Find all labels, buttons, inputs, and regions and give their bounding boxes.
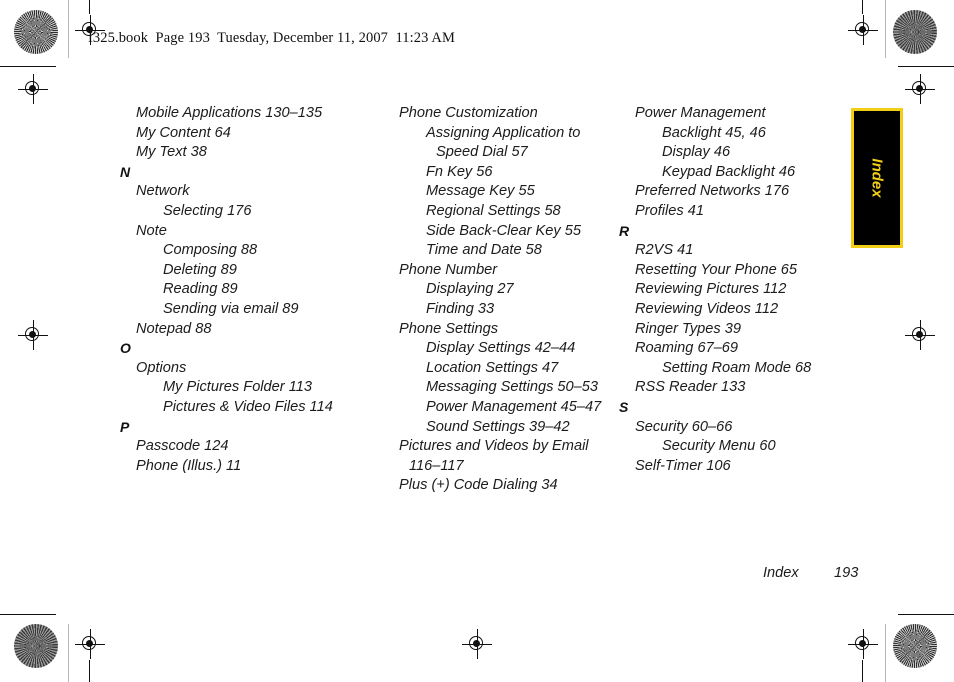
index-entry-level-1: Notepad 88 bbox=[136, 320, 212, 337]
registration-mark-right-lower bbox=[905, 320, 935, 350]
index-entry-level-2: Composing 88 bbox=[163, 242, 258, 259]
index-entry-level-2: Sound Settings 39–42 bbox=[426, 418, 570, 435]
index-entry-level-1: Mobile Applications 130–135 bbox=[136, 105, 323, 121]
index-entry-level-1: Reviewing Videos 112 bbox=[635, 300, 779, 317]
index-entry-level-2: Deleting 89 bbox=[163, 261, 237, 278]
crop-line-vertical-bottom-right-mark bbox=[862, 660, 864, 682]
index-entry-level-2: Regional Settings 58 bbox=[426, 202, 561, 219]
index-entry-level-2: Location Settings 47 bbox=[426, 359, 559, 376]
index-entry-level-1: RSS Reader 133 bbox=[635, 379, 746, 396]
index-letter-heading: S bbox=[619, 398, 629, 415]
index-entry-level-1: Plus (+) Code Dialing 34 bbox=[399, 477, 558, 494]
index-side-tab: Index bbox=[851, 108, 903, 248]
footer-section-label: Index bbox=[763, 565, 799, 581]
index-entry-level-2: Fn Key 56 bbox=[426, 163, 493, 180]
index-entry-level-1: Power Management bbox=[635, 105, 766, 121]
index-entry-level-2: Display 46 bbox=[662, 144, 731, 161]
index-column-3: Power Management Backlight 45, 46 Display … bbox=[619, 104, 849, 476]
crop-line-vertical-left bbox=[68, 0, 69, 58]
index-entry-level-1: Note bbox=[136, 222, 167, 239]
index-entry-level-2: Display Settings 42–44 bbox=[426, 340, 576, 357]
index-entry-level-1: Security 60–66 bbox=[635, 418, 733, 435]
crop-line-vertical-right bbox=[885, 0, 886, 58]
index-entry-level-2: Assigning Application to bbox=[426, 124, 581, 141]
index-entry-level-1: Reviewing Pictures 112 bbox=[635, 281, 787, 298]
crop-line-horizontal-bottom-left bbox=[0, 614, 56, 616]
index-entry-level-2: Security Menu 60 bbox=[662, 438, 776, 455]
crop-line-vertical-right-bottom bbox=[885, 624, 886, 682]
footer-page-number: 193 bbox=[834, 565, 859, 581]
index-entry-level-1: Phone (Illus.) 11 bbox=[136, 457, 242, 474]
index-entry-level-2: Finding 33 bbox=[426, 300, 495, 317]
crop-line-vertical-top-right-mark bbox=[862, 0, 864, 14]
index-entry-continuation: 116–117 bbox=[409, 457, 464, 474]
index-letter-heading: P bbox=[120, 418, 130, 435]
index-entry-level-2: Setting Roam Mode 68 bbox=[662, 359, 812, 376]
crop-line-horizontal-top-right bbox=[898, 66, 954, 68]
crop-line-horizontal-top-left bbox=[0, 66, 56, 68]
index-entry-level-1: Ringer Types 39 bbox=[635, 320, 741, 337]
color-rosette-top-right bbox=[893, 10, 937, 54]
index-entry-level-1: Phone Customization bbox=[399, 105, 538, 121]
index-entry-level-2: Pictures & Video Files 114 bbox=[163, 398, 333, 415]
index-entry-level-1: Resetting Your Phone 65 bbox=[635, 261, 798, 278]
registration-mark-left-lower bbox=[18, 320, 48, 350]
index-entry-level-2: Messaging Settings 50–53 bbox=[426, 379, 598, 396]
index-entry-level-1: R2VS 41 bbox=[635, 242, 694, 259]
index-entry-level-1: My Content 64 bbox=[136, 124, 231, 141]
registration-mark-right-upper bbox=[905, 74, 935, 104]
index-side-tab-label: Index bbox=[868, 158, 886, 198]
crop-line-vertical-left-bottom bbox=[68, 624, 69, 682]
crop-line-vertical-bottom-left-mark bbox=[89, 660, 91, 682]
crop-line-horizontal-bottom-right bbox=[898, 614, 954, 616]
index-entry-level-1: Preferred Networks 176 bbox=[635, 183, 790, 200]
registration-mark-bottom-left bbox=[75, 629, 105, 659]
index-entry-level-2: Reading 89 bbox=[163, 281, 238, 298]
index-entry-level-1: Network bbox=[136, 183, 190, 200]
index-entry-level-1: Profiles 41 bbox=[635, 202, 704, 219]
color-rosette-bottom-right bbox=[893, 624, 937, 668]
index-entry-level-1: My Text 38 bbox=[136, 144, 207, 161]
index-column-1: Mobile Applications 130–135 My Content 64… bbox=[120, 104, 370, 476]
index-column-2: Phone Customization Assigning Application… bbox=[383, 104, 628, 496]
crop-line-vertical-top-left-mark bbox=[89, 0, 91, 14]
index-entry-level-1: Phone Settings bbox=[399, 320, 498, 337]
index-entry-level-2: Message Key 55 bbox=[426, 183, 535, 200]
registration-mark-bottom-right bbox=[848, 629, 878, 659]
index-entry-level-2: Displaying 27 bbox=[426, 281, 514, 298]
index-letter-heading: R bbox=[619, 222, 630, 239]
index-letter-heading: N bbox=[120, 163, 131, 180]
index-entry-level-2: My Pictures Folder 113 bbox=[163, 379, 312, 396]
color-rosette-top-left bbox=[14, 10, 58, 54]
index-entry-level-2: Power Management 45–47 bbox=[426, 398, 602, 415]
index-entry-level-2: Backlight 45, 46 bbox=[662, 124, 766, 141]
index-entry-level-1: Self-Timer 106 bbox=[635, 457, 731, 474]
document-header-stamp: I325.book Page 193 Tuesday, December 11,… bbox=[88, 30, 455, 46]
index-entry-level-2: Side Back-Clear Key 55 bbox=[426, 222, 581, 239]
registration-mark-top-right bbox=[848, 15, 878, 45]
index-entry-level-2: Keypad Backlight 46 bbox=[662, 163, 796, 180]
index-entry-level-1: Passcode 124 bbox=[136, 438, 229, 455]
index-entry-continuation: Speed Dial 57 bbox=[436, 144, 528, 161]
index-entry-level-2: Sending via email 89 bbox=[163, 300, 299, 317]
index-entry-level-1: Phone Number bbox=[399, 261, 498, 278]
index-entry-level-2: Selecting 176 bbox=[163, 202, 252, 219]
page-footer: Index 193 bbox=[0, 565, 954, 585]
index-entry-level-1: Pictures and Videos by Email bbox=[399, 438, 589, 455]
index-entry-level-1: Options bbox=[136, 359, 187, 376]
index-letter-heading: O bbox=[120, 340, 131, 357]
index-entry-level-1: Roaming 67–69 bbox=[635, 340, 739, 357]
registration-mark-left-upper bbox=[18, 74, 48, 104]
index-entry-level-2: Time and Date 58 bbox=[426, 242, 542, 259]
registration-mark-bottom-center bbox=[462, 629, 492, 659]
color-rosette-bottom-left bbox=[14, 624, 58, 668]
